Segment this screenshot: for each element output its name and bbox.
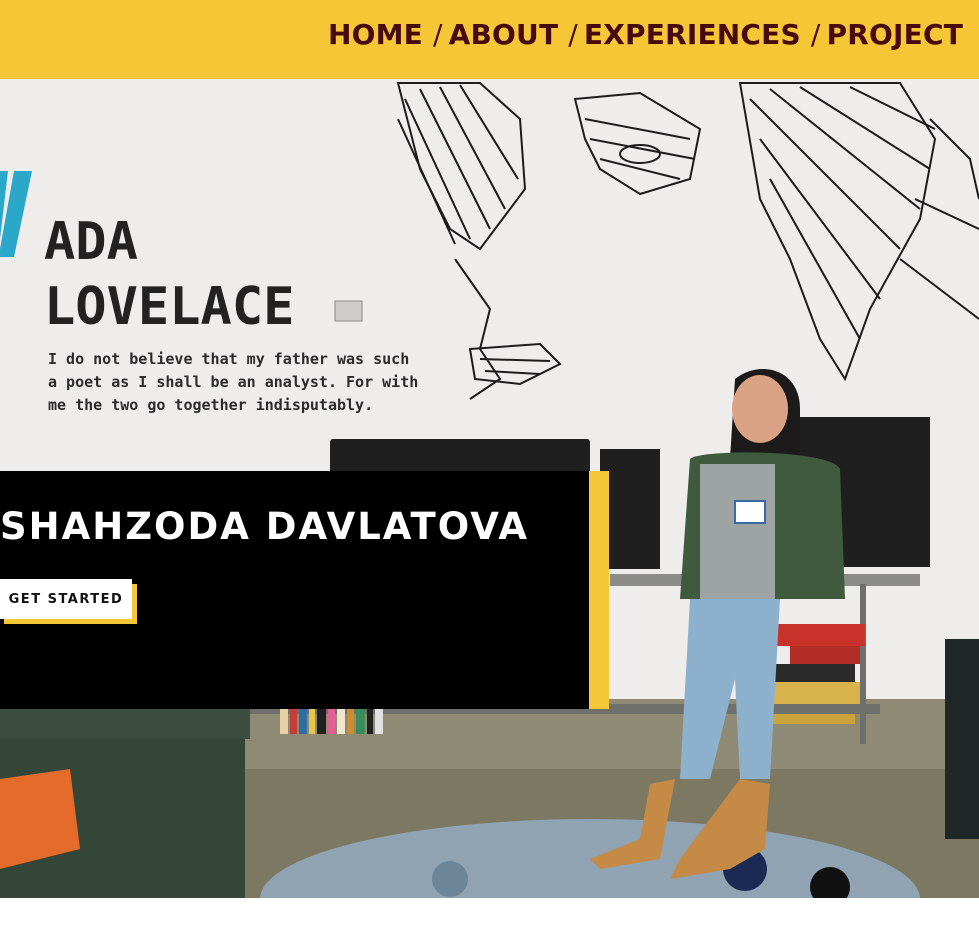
mural-small-photo [334,300,363,322]
top-nav-bar: HOME / ABOUT / EXPERIENCES / PROJECT [0,0,979,79]
get-started-button[interactable]: GET STARTED [0,579,132,619]
nav-link-about[interactable]: ABOUT [449,18,559,51]
nav-separator: / [810,18,821,51]
bookshelf-books [280,707,383,734]
nav-separator: / [568,18,578,51]
mural-title-line1: ADA [44,212,138,272]
mural-quote-line2: a poet as I shall be an analyst. For wit… [48,373,418,391]
page-bottom-area [0,898,979,941]
nav-link-project[interactable]: PROJECT [827,18,963,51]
mural-quote-line1: I do not believe that my father was such [48,350,409,368]
nav-link-home[interactable]: HOME [328,18,423,51]
hero-name-heading: SHAHZODA DAVLATOVA [0,505,529,548]
page: HOME / ABOUT / EXPERIENCES / PROJECT ADA… [0,0,979,941]
card-accent-bar [589,471,609,709]
mural-quote-line3: me the two go together indisputably. [48,396,373,414]
nav-link-experiences[interactable]: EXPERIENCES [584,18,801,51]
nav-separator: / [432,18,443,51]
mural-title-line2: LOVELACE [44,277,294,337]
main-nav: HOME / ABOUT / EXPERIENCES / PROJECT [328,18,963,51]
